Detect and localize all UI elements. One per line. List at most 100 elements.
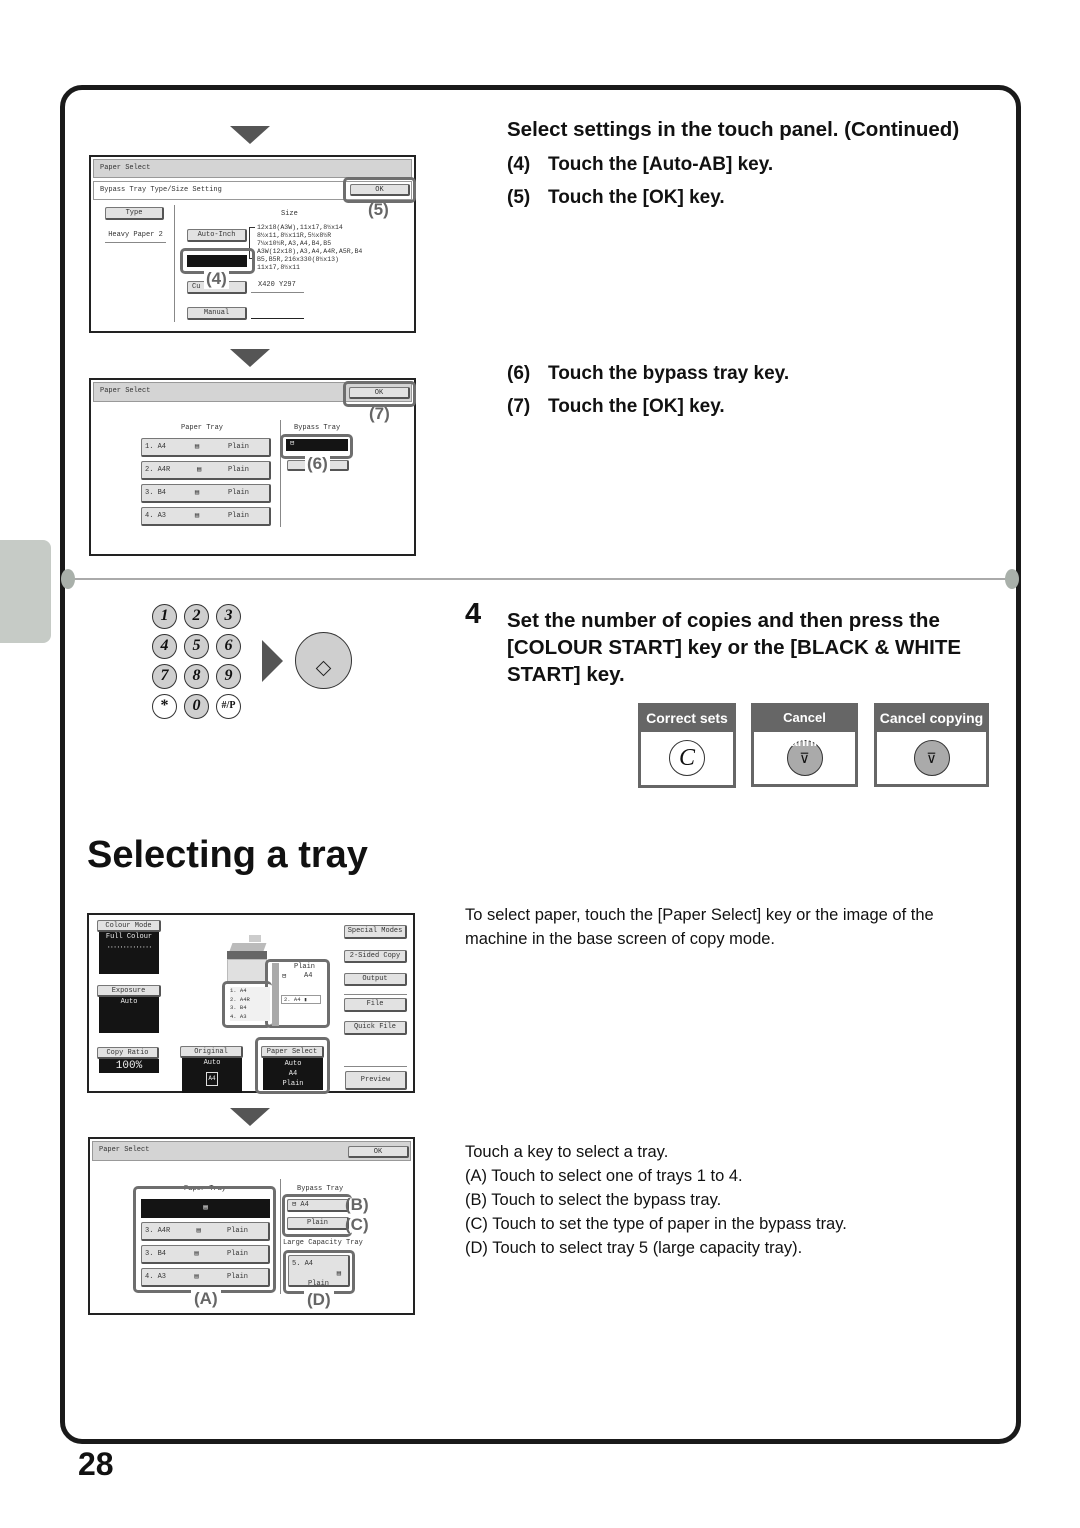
ok-button[interactable]: OK xyxy=(348,1146,409,1158)
manual-button[interactable]: Manual xyxy=(187,307,247,320)
custom-size-value: X420 Y297 xyxy=(251,281,304,293)
quick-file-button[interactable]: Quick File xyxy=(344,1021,407,1035)
right-arrow-icon xyxy=(262,640,283,682)
exposure-button[interactable]: Exposure xyxy=(97,985,161,997)
manual-underline xyxy=(251,318,304,319)
step-number: 4 xyxy=(465,598,482,630)
auto-ab-button[interactable] xyxy=(187,255,247,267)
machine-bypass: 2. A4 ▮ xyxy=(281,995,321,1004)
tray-3-button[interactable]: 3. B4 ▤ Plain xyxy=(141,484,271,503)
tray-3-a4r-button[interactable]: 3. A4R ▤ Plain xyxy=(141,1222,270,1241)
tray-button-selected[interactable]: ▤ xyxy=(141,1199,270,1218)
tray-select-panel: Paper Select OK Paper Tray Bypass Tray ▤… xyxy=(88,1137,415,1315)
page-number: 28 xyxy=(78,1446,114,1482)
divider-dot xyxy=(61,569,75,589)
down-arrow-icon xyxy=(230,126,270,144)
key-1[interactable]: 1 xyxy=(152,604,177,629)
key-2[interactable]: 2 xyxy=(184,604,209,629)
tray-3-b4-button[interactable]: 3. B4 ▤ Plain xyxy=(141,1245,270,1264)
paper-icon: ▤ xyxy=(194,489,200,497)
original-button[interactable]: Original xyxy=(180,1046,243,1058)
paper-select-panel: Paper Select OK (7) Paper Tray Bypass Tr… xyxy=(89,378,416,556)
vertical-divider xyxy=(280,1179,281,1294)
step-6: (6) Touch the bypass tray key. xyxy=(507,363,790,384)
tray-2-button[interactable]: 2. A4R ▤ Plain xyxy=(141,461,271,480)
key-star[interactable]: * xyxy=(152,694,177,719)
size-label: Size xyxy=(281,210,298,218)
section-title: Selecting a tray xyxy=(87,834,368,876)
step-7: (7) Touch the [OK] key. xyxy=(507,396,725,417)
key-6[interactable]: 6 xyxy=(216,634,241,659)
output-button[interactable]: Output xyxy=(344,973,407,986)
cancel-scanning-button[interactable]: Cancel scanning ⊽ xyxy=(751,703,858,787)
ok-button[interactable]: OK xyxy=(349,387,410,399)
two-sided-copy-button[interactable]: 2-Sided Copy xyxy=(344,950,407,963)
original-value: Auto A4 xyxy=(182,1058,242,1093)
start-icon xyxy=(315,660,332,677)
key-5[interactable]: 5 xyxy=(184,634,209,659)
callout-5: (5) xyxy=(368,200,389,219)
section-heading: Select settings in the touch panel. (Con… xyxy=(507,118,960,141)
stop-icon: ⊽ xyxy=(913,740,950,776)
cancel-copying-button[interactable]: Cancel copying ⊽ xyxy=(874,703,989,787)
special-modes-button[interactable]: Special Modes xyxy=(344,925,407,939)
copy-ratio-button[interactable]: Copy Ratio xyxy=(97,1047,159,1059)
type-button[interactable]: Type xyxy=(105,207,164,220)
machine-column xyxy=(272,963,279,1026)
key-hash-p[interactable]: #/P xyxy=(216,694,241,719)
auto-inch-button[interactable]: Auto-Inch xyxy=(187,229,247,242)
correct-sets-button[interactable]: Correct sets C xyxy=(638,703,736,788)
lct-tray-button[interactable]: 5. A4 ▤ Plain xyxy=(288,1255,350,1288)
paper-icon: ▤ xyxy=(336,1270,341,1278)
intro-text: To select paper, touch the [Paper Select… xyxy=(465,906,934,948)
lct-label: Large Capacity Tray xyxy=(283,1239,363,1247)
down-arrow-icon xyxy=(230,349,270,367)
tray-4-a3-button[interactable]: 4. A3 ▤ Plain xyxy=(141,1268,270,1287)
step-5: (5) Touch the [OK] key. xyxy=(507,187,725,208)
type-value: Heavy Paper 2 xyxy=(105,231,166,243)
down-arrow-icon xyxy=(230,1108,270,1126)
step-4: (4) Touch the [Auto-AB] key. xyxy=(507,154,774,175)
paper-icon: ▤ xyxy=(194,1273,199,1281)
callout-4: (4) xyxy=(204,269,229,289)
bypass-tray-button[interactable]: ⊟ A4 xyxy=(287,1199,349,1212)
start-key[interactable] xyxy=(295,632,352,689)
callout-c: (C) xyxy=(345,1215,369,1234)
bypass-type-button[interactable]: Plain xyxy=(287,1217,349,1230)
clear-c-icon: C xyxy=(669,740,705,776)
colour-mode-button[interactable]: Colour Mode xyxy=(97,920,161,932)
key-8[interactable]: 8 xyxy=(184,664,209,689)
key-4[interactable]: 4 xyxy=(152,634,177,659)
callout-a: (A) xyxy=(191,1289,221,1309)
key-9[interactable]: 9 xyxy=(216,664,241,689)
key-3[interactable]: 3 xyxy=(216,604,241,629)
divider-dot xyxy=(1005,569,1019,589)
tray-4-button[interactable]: 4. A3 ▤ Plain xyxy=(141,507,271,526)
paper-select-button[interactable]: Paper Select xyxy=(261,1046,324,1058)
tray-1-button[interactable]: 1. A4 ▤ Plain xyxy=(141,438,271,457)
bypass-tray-button[interactable]: ⊟ xyxy=(286,439,348,451)
bypass-icon: ⊟ xyxy=(282,973,287,981)
step-heading: Set the number of copies and then press … xyxy=(507,609,962,686)
machine-tray-list: 1. A4 2. A4R 3. B4 4. A3 xyxy=(230,987,270,1021)
ok-button[interactable]: OK xyxy=(350,184,410,196)
paper-tray-label: Paper Tray xyxy=(181,424,224,432)
callout-6: (6) xyxy=(305,454,330,474)
bypass-size-panel: Paper Select Bypass Tray Type/Size Setti… xyxy=(89,155,416,333)
base-screen-panel: Colour Mode Full Colour ·············· Ex… xyxy=(87,913,415,1094)
key-0[interactable]: 0 xyxy=(184,694,209,719)
paper-icon: ▤ xyxy=(194,1250,199,1258)
preview-button[interactable]: Preview xyxy=(345,1071,407,1090)
callout-b: (B) xyxy=(345,1195,369,1214)
exposure-value: Auto xyxy=(99,997,159,1033)
callout-7: (7) xyxy=(369,404,390,423)
bypass-icon: ⊟ xyxy=(292,1201,297,1209)
key-7[interactable]: 7 xyxy=(152,664,177,689)
file-button[interactable]: File xyxy=(344,998,407,1012)
bypass-tray-label: Bypass Tray xyxy=(294,424,341,432)
callout-d: (D) xyxy=(304,1290,334,1310)
bypass-tray-label: Bypass Tray xyxy=(297,1185,344,1193)
vertical-divider xyxy=(174,205,175,322)
numeric-keypad: 1 2 3 4 5 6 7 8 9 * 0 #/P xyxy=(152,604,241,719)
bypass-icon: ⊟ xyxy=(290,440,295,448)
